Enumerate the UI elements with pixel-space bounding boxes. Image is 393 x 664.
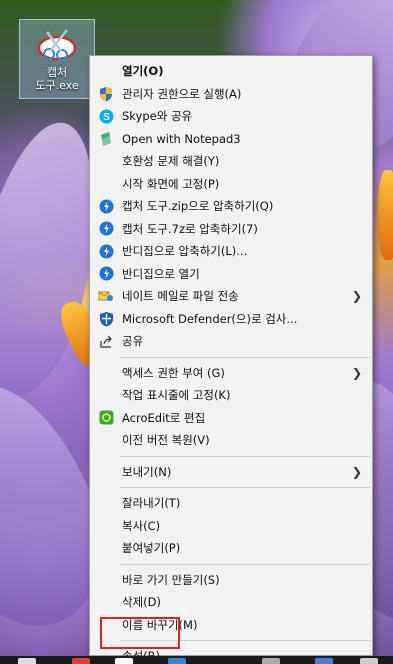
menu-item-label: 보내기(N) <box>122 464 172 479</box>
taskbar-app-icon[interactable] <box>262 658 280 664</box>
menu-item-14[interactable]: 작업 표시줄에 고정(K) <box>90 384 372 407</box>
menu-item-4[interactable]: 호환성 문제 해결(Y) <box>90 150 372 173</box>
menu-separator <box>120 487 370 488</box>
menu-item-label: 호환성 문제 해결(Y) <box>122 154 220 169</box>
menu-item-label: 반디집으로 열기 <box>122 266 200 281</box>
notepad3-icon <box>98 131 114 147</box>
menu-item-label: 작업 표시줄에 고정(K) <box>122 388 231 403</box>
taskbar-app-icon[interactable] <box>315 658 333 664</box>
context-menu: 열기(O) 관리자 권한으로 실행(A) S Skype와 공유 Open with N… <box>89 55 373 663</box>
taskbar-app-icon[interactable] <box>360 658 378 664</box>
menu-item-label: 이전 버전 복원(V) <box>122 433 210 448</box>
menu-item-9[interactable]: 반디집으로 열기 <box>90 263 372 286</box>
menu-item-label: 붙여넣기(P) <box>122 541 181 556</box>
taskbar <box>0 656 393 664</box>
menu-item-15[interactable]: AcroEdit로 편집 <box>90 407 372 430</box>
menu-item-label: 열기(O) <box>122 64 164 79</box>
menu-item-label: 시작 화면에 고정(P) <box>122 176 220 191</box>
menu-item-label: 바로 가기 만들기(S) <box>122 572 220 587</box>
menu-item-label: 공유 <box>122 334 144 349</box>
menu-item-label: 액세스 권한 부여 (G) <box>122 365 225 380</box>
menu-item-8[interactable]: 반디집으로 압축하기(L)... <box>90 240 372 263</box>
menu-item-11[interactable]: Microsoft Defender(으)로 검사... <box>90 308 372 331</box>
menu-item-label: Open with Notepad3 <box>122 131 241 146</box>
menu-separator <box>120 356 370 358</box>
menu-item-23[interactable]: 이름 바꾸기(M) <box>90 614 372 637</box>
menu-item-21[interactable]: 바로 가기 만들기(S) <box>90 569 372 592</box>
taskbar-app-icon[interactable] <box>115 658 133 664</box>
menu-item-label: 잘라내기(T) <box>122 496 181 511</box>
taskbar-app-icon[interactable] <box>72 658 90 664</box>
menu-item-0[interactable]: 열기(O) <box>90 60 372 83</box>
menu-item-label: 캡처 도구.7z로 압축하기(7) <box>122 221 258 236</box>
menu-item-5[interactable]: 시작 화면에 고정(P) <box>90 173 372 196</box>
snipping-tool-icon <box>35 24 79 64</box>
acroedit-icon <box>98 410 114 426</box>
menu-item-6[interactable]: 캡처 도구.zip으로 압축하기(Q) <box>90 195 372 218</box>
menu-item-12[interactable]: 공유 <box>90 330 372 353</box>
skype-icon: S <box>98 108 114 124</box>
wallpaper-stamen <box>378 170 393 260</box>
menu-separator <box>120 455 370 457</box>
menu-item-3[interactable]: Open with Notepad3 <box>90 128 372 151</box>
menu-item-2[interactable]: S Skype와 공유 <box>90 105 372 128</box>
menu-item-10[interactable]: 네이트 메일로 파일 전송 ❯ <box>90 285 372 308</box>
menu-item-label: 캡처 도구.zip으로 압축하기(Q) <box>122 199 274 214</box>
menu-item-19[interactable]: 복사(C) <box>90 515 372 538</box>
menu-item-7[interactable]: 캡처 도구.7z로 압축하기(7) <box>90 218 372 241</box>
menu-item-label: 관리자 권한으로 실행(A) <box>122 86 242 101</box>
defender-icon <box>98 311 114 327</box>
menu-item-17[interactable]: 보내기(N) ❯ <box>90 461 372 484</box>
svg-text:S: S <box>103 112 110 123</box>
menu-item-label: 복사(C) <box>122 518 161 533</box>
taskbar-app-icon[interactable] <box>18 658 36 664</box>
chevron-right-icon: ❯ <box>351 464 362 479</box>
desktop-icon-snipping-tool[interactable]: 캡처 도구.exe <box>19 19 95 99</box>
menu-separator <box>120 640 370 641</box>
menu-item-20[interactable]: 붙여넣기(P) <box>90 537 372 560</box>
menu-item-1[interactable]: 관리자 권한으로 실행(A) <box>90 83 372 106</box>
menu-item-label: AcroEdit로 편집 <box>122 410 206 425</box>
bandizip-icon <box>98 266 114 282</box>
menu-item-22[interactable]: 삭제(D) <box>90 591 372 614</box>
menu-item-label: 이름 바꾸기(M) <box>122 617 198 632</box>
chevron-right-icon: ❯ <box>351 289 362 304</box>
nate-icon <box>98 288 114 304</box>
menu-item-label: Microsoft Defender(으)로 검사... <box>122 311 298 326</box>
uac-shield-icon <box>98 86 114 102</box>
bandizip-icon <box>98 243 114 259</box>
desktop-icon-label: 캡처 도구.exe <box>35 66 79 92</box>
menu-item-13[interactable]: 액세스 권한 부여 (G) ❯ <box>90 362 372 385</box>
share-icon <box>98 333 114 349</box>
menu-item-label: Skype와 공유 <box>122 109 193 124</box>
menu-item-label: 네이트 메일로 파일 전송 <box>122 289 239 304</box>
bandizip-icon <box>98 198 114 214</box>
taskbar-app-icon[interactable] <box>168 658 186 664</box>
menu-separator <box>120 563 370 565</box>
menu-item-label: 반디집으로 압축하기(L)... <box>122 244 248 259</box>
menu-item-16[interactable]: 이전 버전 복원(V) <box>90 429 372 452</box>
menu-item-18[interactable]: 잘라내기(T) <box>90 492 372 515</box>
chevron-right-icon: ❯ <box>351 365 362 380</box>
bandizip-icon <box>98 221 114 237</box>
menu-item-label: 삭제(D) <box>122 595 161 610</box>
